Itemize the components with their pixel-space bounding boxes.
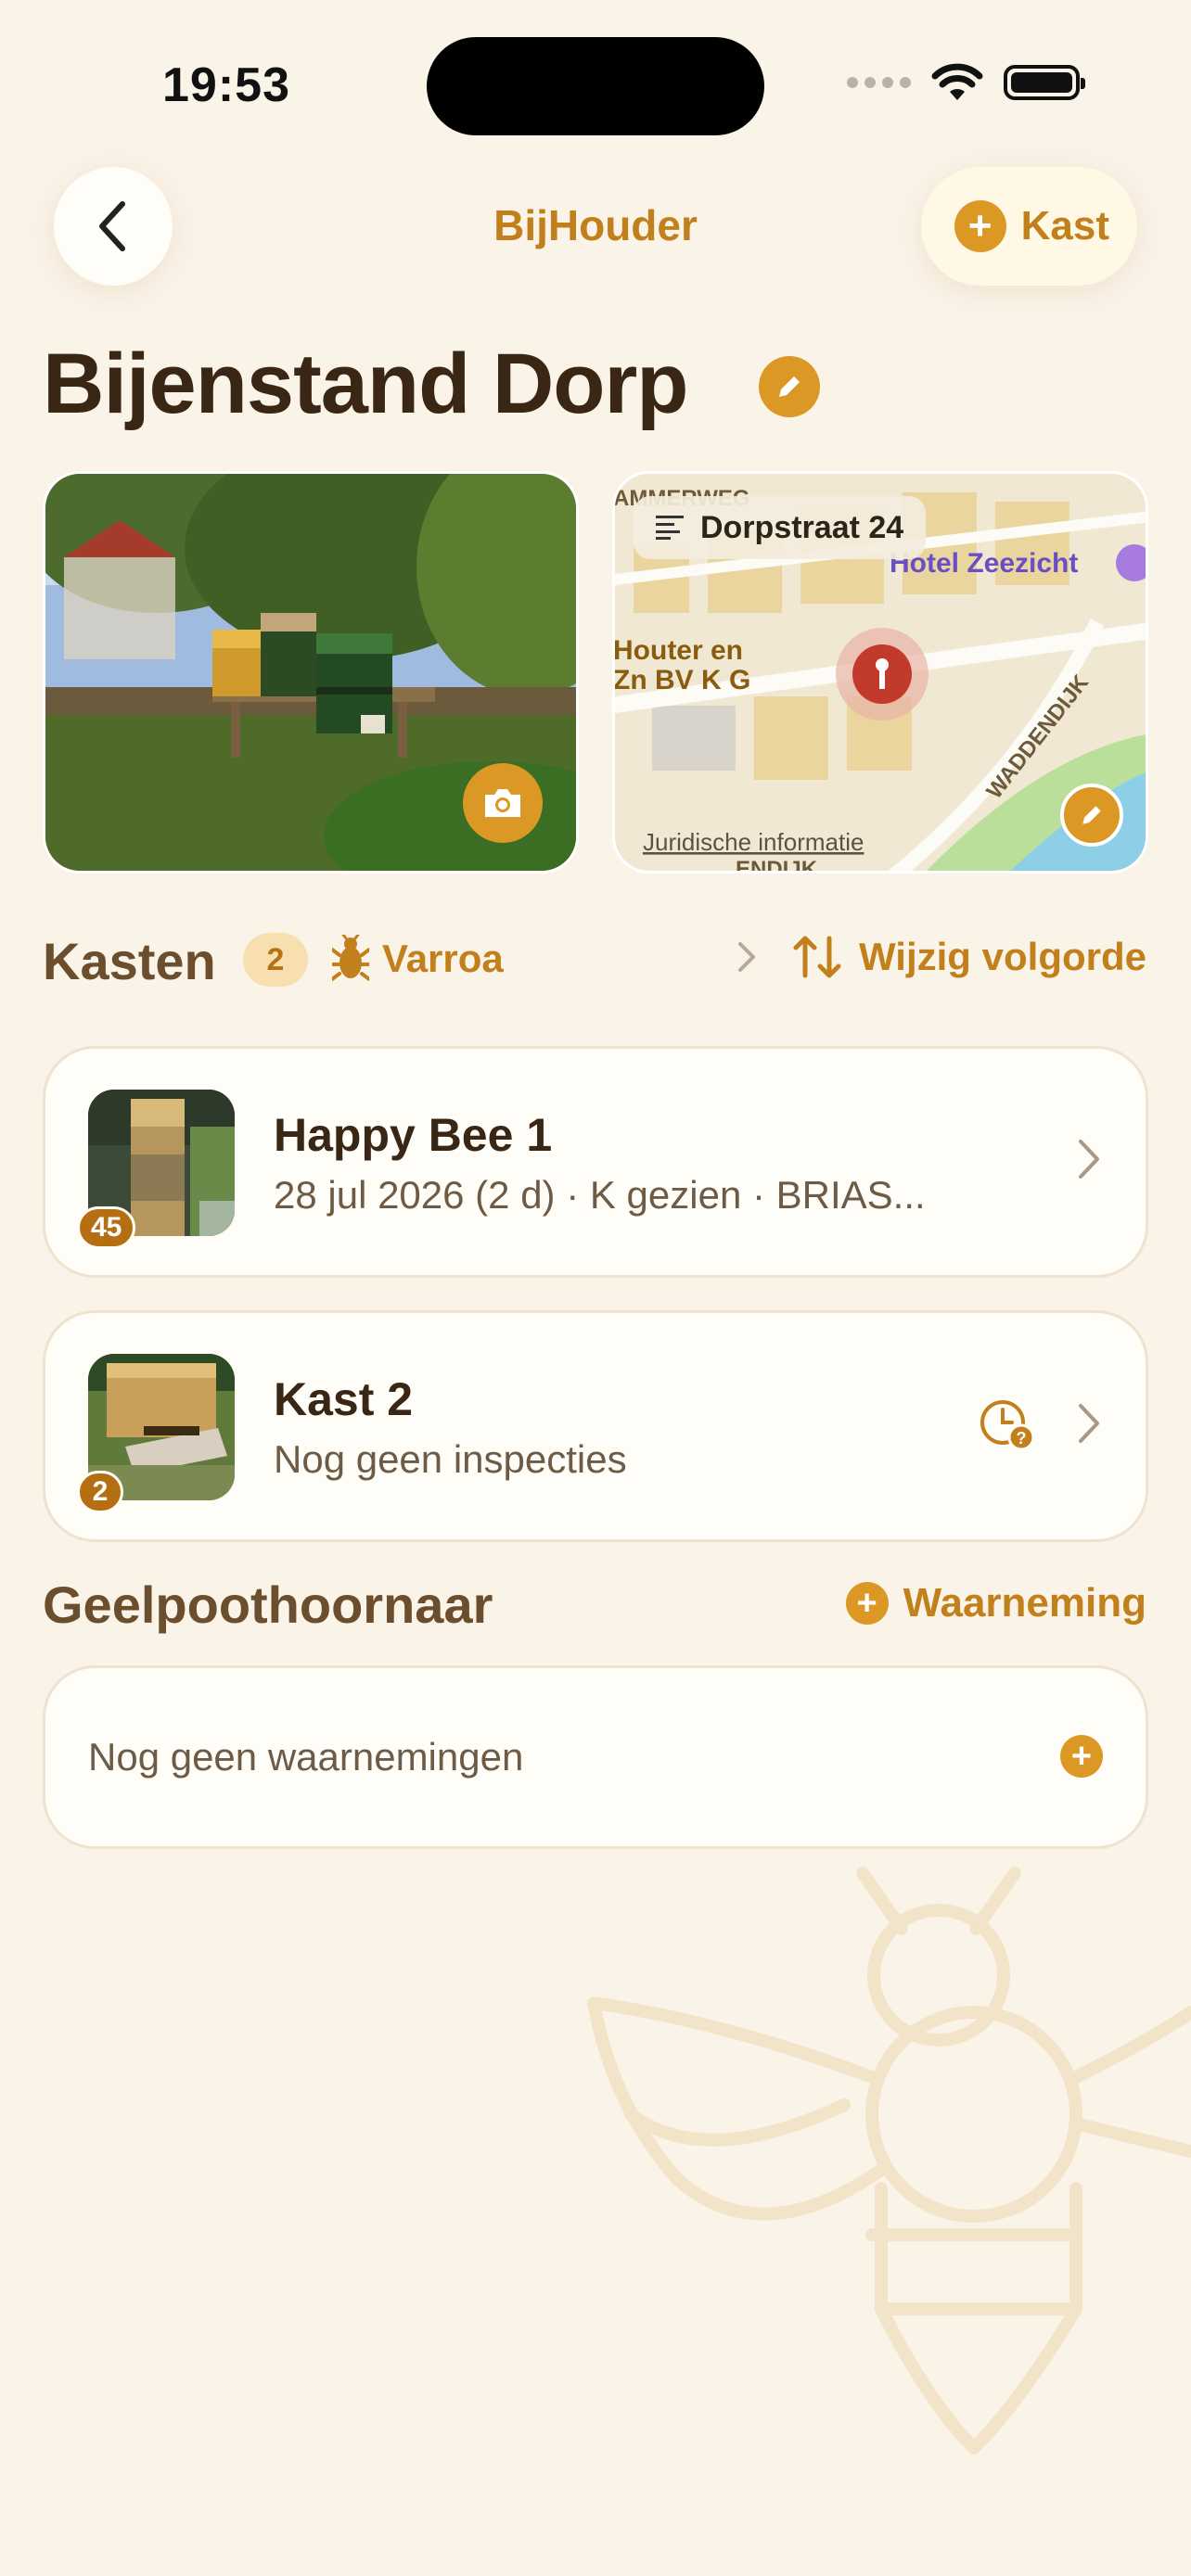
reorder-label: Wijzig volgorde (859, 935, 1146, 978)
chevron-right-icon (1079, 1140, 1099, 1179)
edit-location-button[interactable] (1060, 784, 1123, 847)
chevron-right-icon (1079, 1404, 1099, 1443)
plus-circle-icon: + (954, 200, 1006, 252)
svg-text:Houter en: Houter en (615, 635, 743, 666)
kasten-title: Kasten (43, 932, 216, 990)
location-map[interactable]: AMMERWEG Hotel Zeezicht Houter en Zn BV … (612, 471, 1148, 874)
cellular-signal-icon (847, 77, 911, 88)
plus-circle-icon: + (845, 1582, 889, 1625)
add-kast-label: Kast (1020, 203, 1109, 249)
kasten-count-badge: 2 (243, 933, 308, 987)
page-title: Bijenstand Dorp (43, 337, 688, 431)
hive-card-happy-bee-1[interactable]: 45 Happy Bee 1 28 jul 2026 (2 d) · K gez… (43, 1046, 1148, 1278)
hive-subtitle: 28 jul 2026 (2 d) · K gezien · BRIAS... (274, 1173, 926, 1217)
hive-subtitle: Nog geen inspecties (274, 1437, 627, 1481)
hive-card-kast-2[interactable]: 2 Kast 2 Nog geen inspecties ? (43, 1310, 1148, 1542)
bee-watermark-icon (587, 1867, 1191, 2455)
hive-badge: 45 (77, 1206, 136, 1249)
edit-title-button[interactable] (759, 356, 820, 417)
map-address-label: Dorpstraat 24 (634, 496, 927, 559)
add-waarneming-button[interactable]: + Waarneming (845, 1580, 1146, 1626)
camera-icon (485, 789, 520, 817)
dynamic-island (427, 37, 764, 135)
observations-card[interactable]: Nog geen waarnemingen + (43, 1665, 1148, 1849)
camera-button[interactable] (463, 763, 543, 843)
svg-text:Zn BV K G: Zn BV K G (615, 665, 750, 695)
apiary-photo[interactable] (43, 471, 579, 874)
add-observation-icon[interactable]: + (1060, 1735, 1103, 1778)
status-time: 19:53 (162, 58, 290, 112)
observations-empty-text: Nog geen waarnemingen (88, 1735, 524, 1779)
svg-text:?: ? (1017, 1429, 1027, 1447)
text-align-left-icon (656, 516, 684, 540)
wifi-icon (931, 63, 983, 100)
map-legal-link: Juridische informatie (643, 828, 864, 856)
reorder-button[interactable]: Wijzig volgorde (736, 935, 1146, 979)
pencil-icon (779, 376, 800, 397)
map-address-text: Dorpstraat 24 (700, 509, 904, 545)
bug-icon (332, 935, 369, 981)
sort-arrows-icon (793, 936, 841, 978)
pencil-icon (1082, 806, 1101, 824)
add-waarneming-label: Waarneming (903, 1580, 1146, 1626)
chevron-right-icon (738, 942, 756, 972)
varroa-button[interactable]: Varroa (332, 935, 504, 983)
status-icons (847, 63, 1085, 102)
add-kast-button[interactable]: + Kast (920, 167, 1137, 286)
clock-question-icon: ? (980, 1400, 1035, 1451)
map-street-bottom: ENDIJK (736, 857, 818, 874)
hive-badge: 2 (77, 1471, 123, 1513)
battery-icon (1004, 65, 1085, 100)
varroa-label: Varroa (382, 937, 504, 980)
geelpoot-title: Geelpoothoornaar (43, 1575, 493, 1634)
hive-name: Happy Bee 1 (274, 1109, 553, 1161)
hive-name: Kast 2 (274, 1373, 414, 1425)
